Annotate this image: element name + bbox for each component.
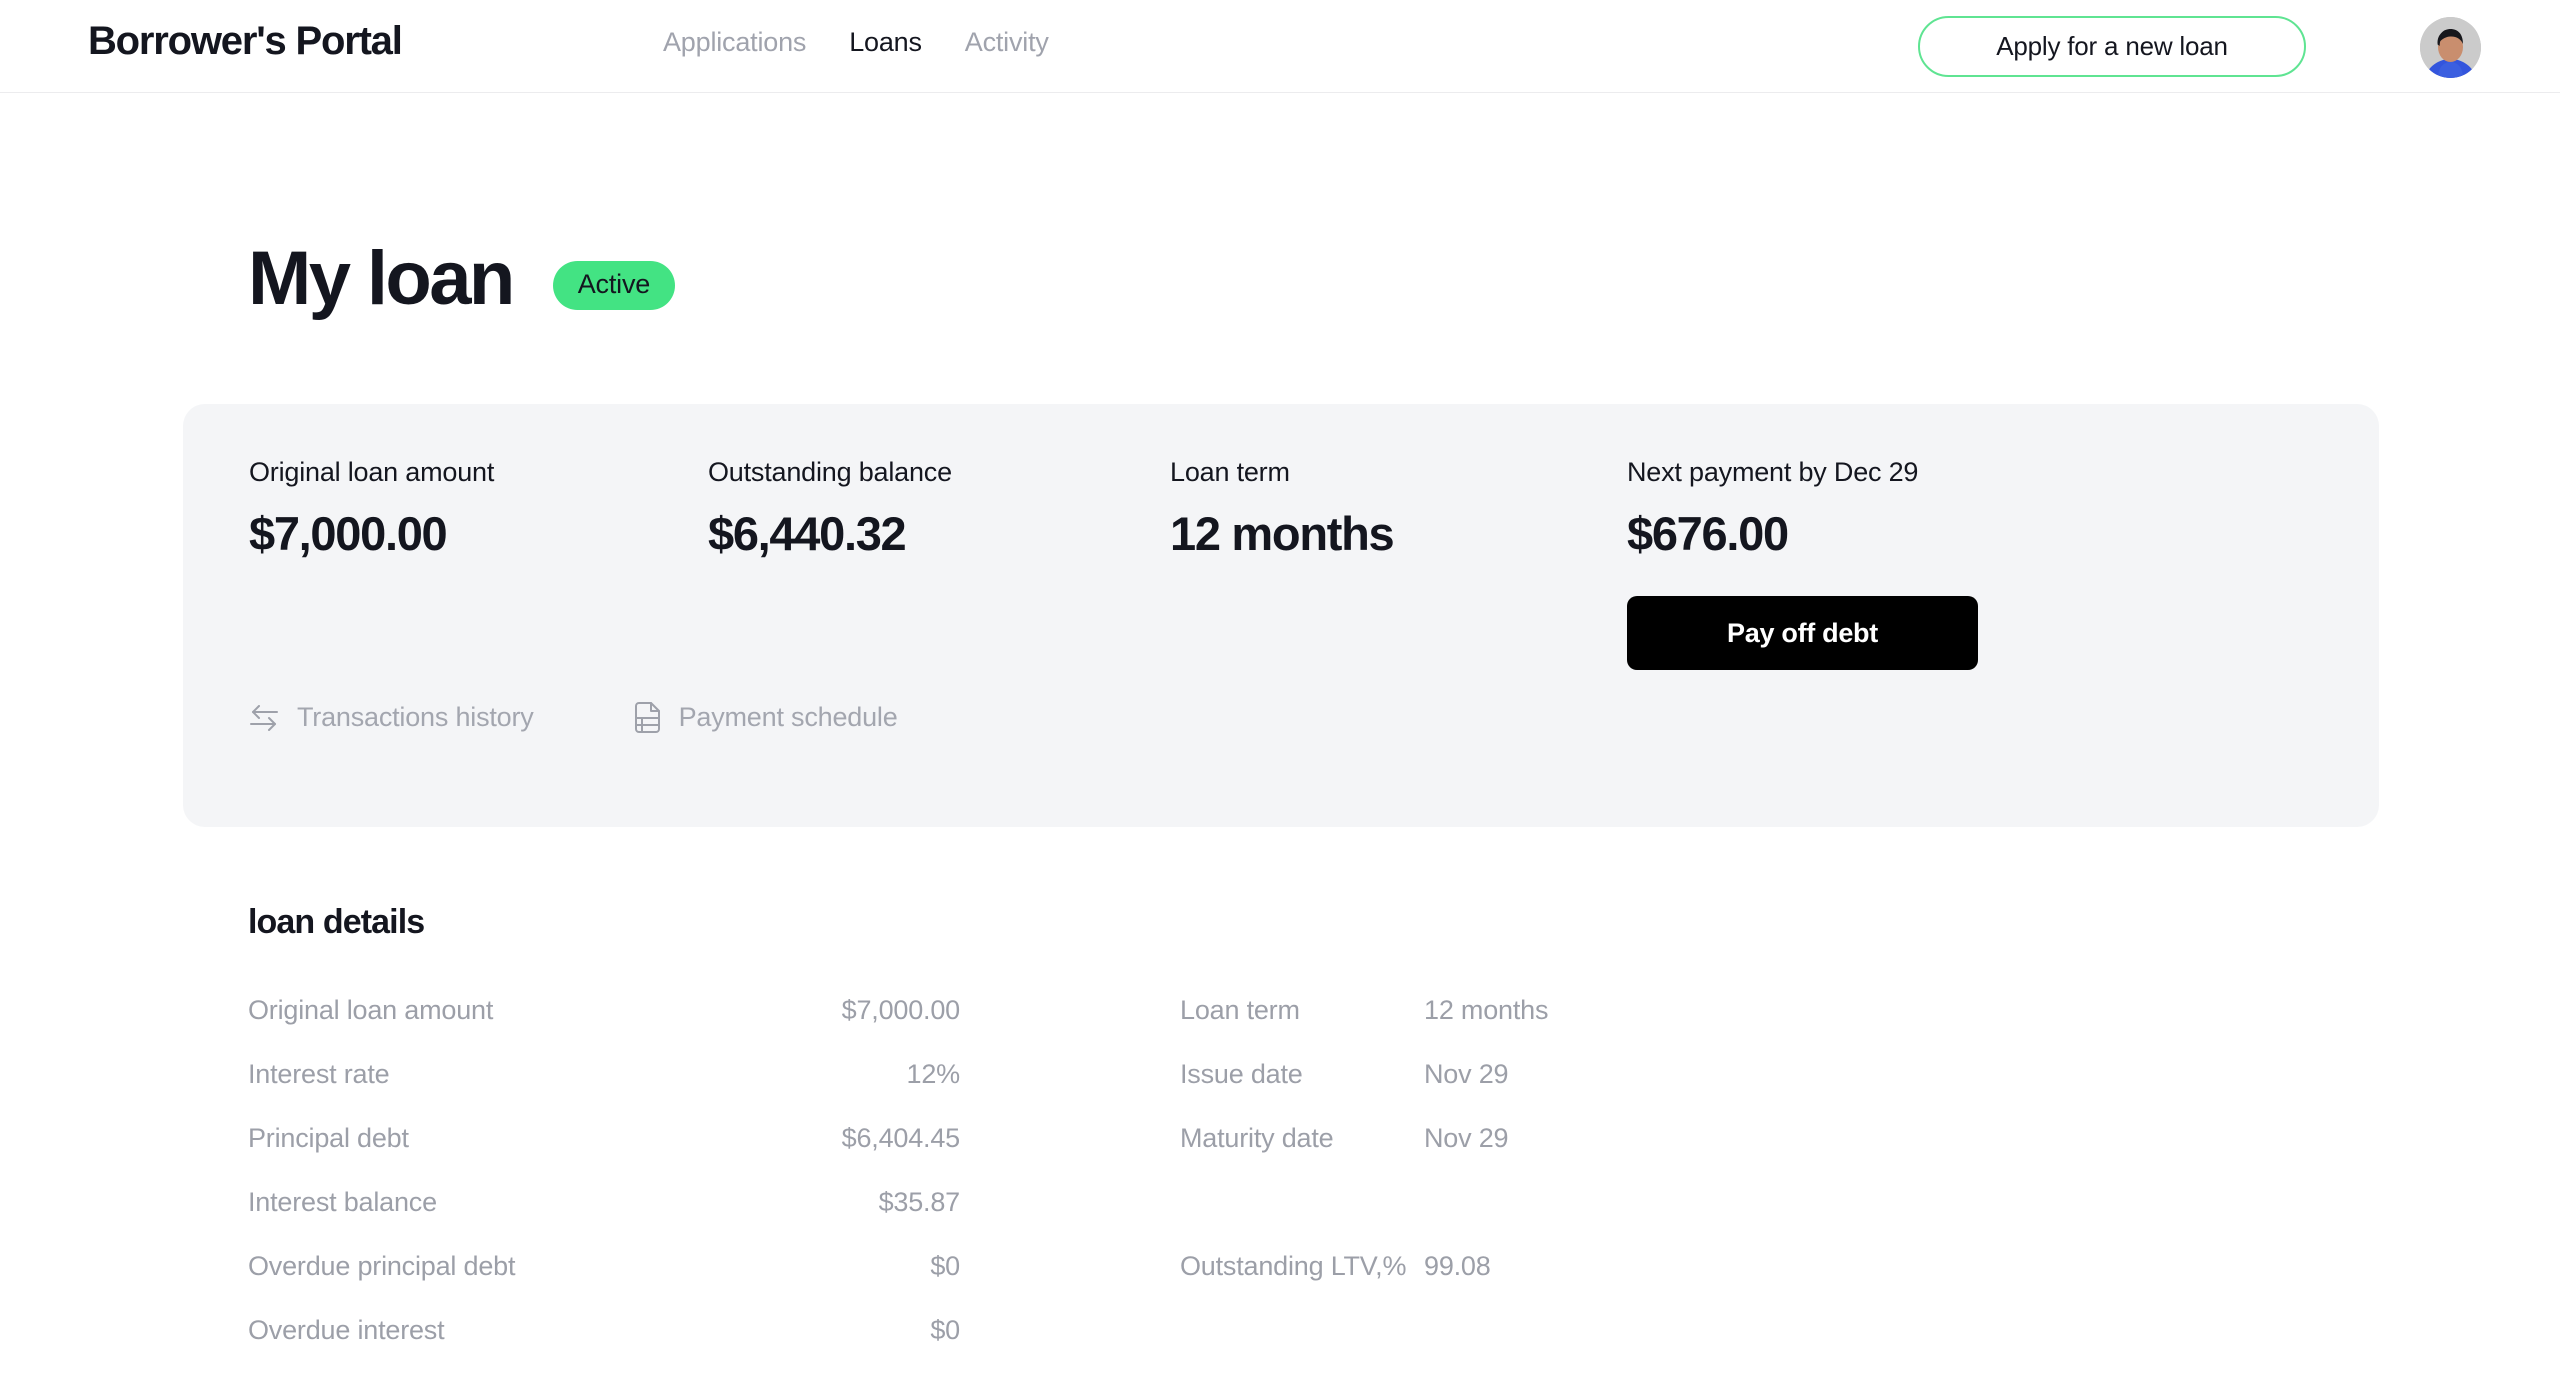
stat-value: 12 months [1170,507,1395,560]
nav-item-applications[interactable]: Applications [663,27,806,58]
detail-value: Nov 29 [1424,1122,1509,1153]
card-links: Transactions history Payment schedule [249,702,898,733]
stat-value: $7,000.00 [249,507,448,560]
detail-row-outstanding-ltv: Outstanding LTV,% 99.08 [1180,1234,1800,1298]
detail-value: $6,404.45 [841,1122,961,1153]
app-header: Borrower's Portal Applications Loans Act… [0,0,2560,93]
detail-row-overdue-principal-debt: Overdue principal debt $0 [248,1234,964,1298]
detail-row-interest-balance: Interest balance $35.87 [248,1170,964,1234]
detail-label: Overdue principal debt [248,1250,516,1281]
stat-label: Next payment by Dec 29 [1627,457,1919,487]
stat-value: $676.00 [1627,507,1789,560]
transfer-arrows-icon [249,704,279,731]
stat-label: Loan term [1170,457,1290,487]
avatar-photo-icon [2420,17,2481,78]
detail-label: Interest rate [248,1058,390,1089]
detail-row-maturity-date: Maturity date Nov 29 [1180,1106,1800,1170]
detail-value: Nov 29 [1424,1058,1509,1089]
transactions-history-link[interactable]: Transactions history [249,702,534,733]
detail-label: Issue date [1180,1058,1303,1089]
detail-value: 12% [906,1058,961,1089]
detail-label: Overdue interest [248,1314,445,1345]
stat-label: Original loan amount [249,457,495,487]
loan-details-heading: loan details [248,903,425,941]
stat-label: Outstanding balance [708,457,952,487]
detail-row-spacer [1180,1170,1800,1234]
primary-nav: Applications Loans Activity [663,27,1049,58]
document-table-icon [634,702,661,733]
title-row: My loan Active [248,236,676,321]
stat-original-loan-amount: Original loan amount $7,000.00 [249,457,494,561]
loan-details-right-column: Loan term 12 months Issue date Nov 29 Ma… [1180,978,1800,1298]
nav-item-loans[interactable]: Loans [849,27,922,58]
link-label: Payment schedule [678,702,898,732]
loan-details-left-column: Original loan amount $7,000.00 Interest … [248,978,964,1362]
page-title: My loan [248,236,515,321]
detail-row-original-loan-amount: Original loan amount $7,000.00 [248,978,964,1042]
apply-for-new-loan-button[interactable]: Apply for a new loan [1918,16,2306,77]
detail-value: $0 [930,1250,960,1281]
detail-value: $35.87 [878,1186,961,1217]
detail-label: Interest balance [248,1186,437,1217]
detail-row-interest-rate: Interest rate 12% [248,1042,964,1106]
detail-row-principal-debt: Principal debt $6,404.45 [248,1106,964,1170]
detail-label: Loan term [1180,994,1300,1025]
detail-row-issue-date: Issue date Nov 29 [1180,1042,1800,1106]
stat-loan-term: Loan term 12 months [1170,457,1395,561]
pay-off-debt-button[interactable]: Pay off debt [1627,596,1978,670]
detail-row-loan-term: Loan term 12 months [1180,978,1800,1042]
nav-item-activity[interactable]: Activity [965,27,1049,58]
stat-value: $6,440.32 [708,507,907,560]
detail-row-overdue-interest: Overdue interest $0 [248,1298,964,1362]
payment-schedule-link[interactable]: Payment schedule [634,702,898,733]
stat-outstanding-balance: Outstanding balance $6,440.32 [708,457,952,561]
status-badge: Active [552,260,676,310]
brand-logo[interactable]: Borrower's Portal [88,19,403,64]
avatar[interactable] [2420,17,2481,78]
link-label: Transactions history [297,702,534,732]
detail-label: Principal debt [248,1122,409,1153]
detail-label: Original loan amount [248,994,494,1025]
detail-value: $0 [930,1314,960,1345]
loan-summary-card: Original loan amount $7,000.00 Outstandi… [183,404,2379,827]
detail-value: 99.08 [1424,1250,1491,1281]
detail-value: $7,000.00 [841,994,961,1025]
detail-label: Maturity date [1180,1122,1334,1153]
detail-label: Outstanding LTV,% [1180,1250,1407,1281]
stat-next-payment: Next payment by Dec 29 $676.00 [1627,457,1918,561]
detail-value: 12 months [1424,994,1549,1025]
